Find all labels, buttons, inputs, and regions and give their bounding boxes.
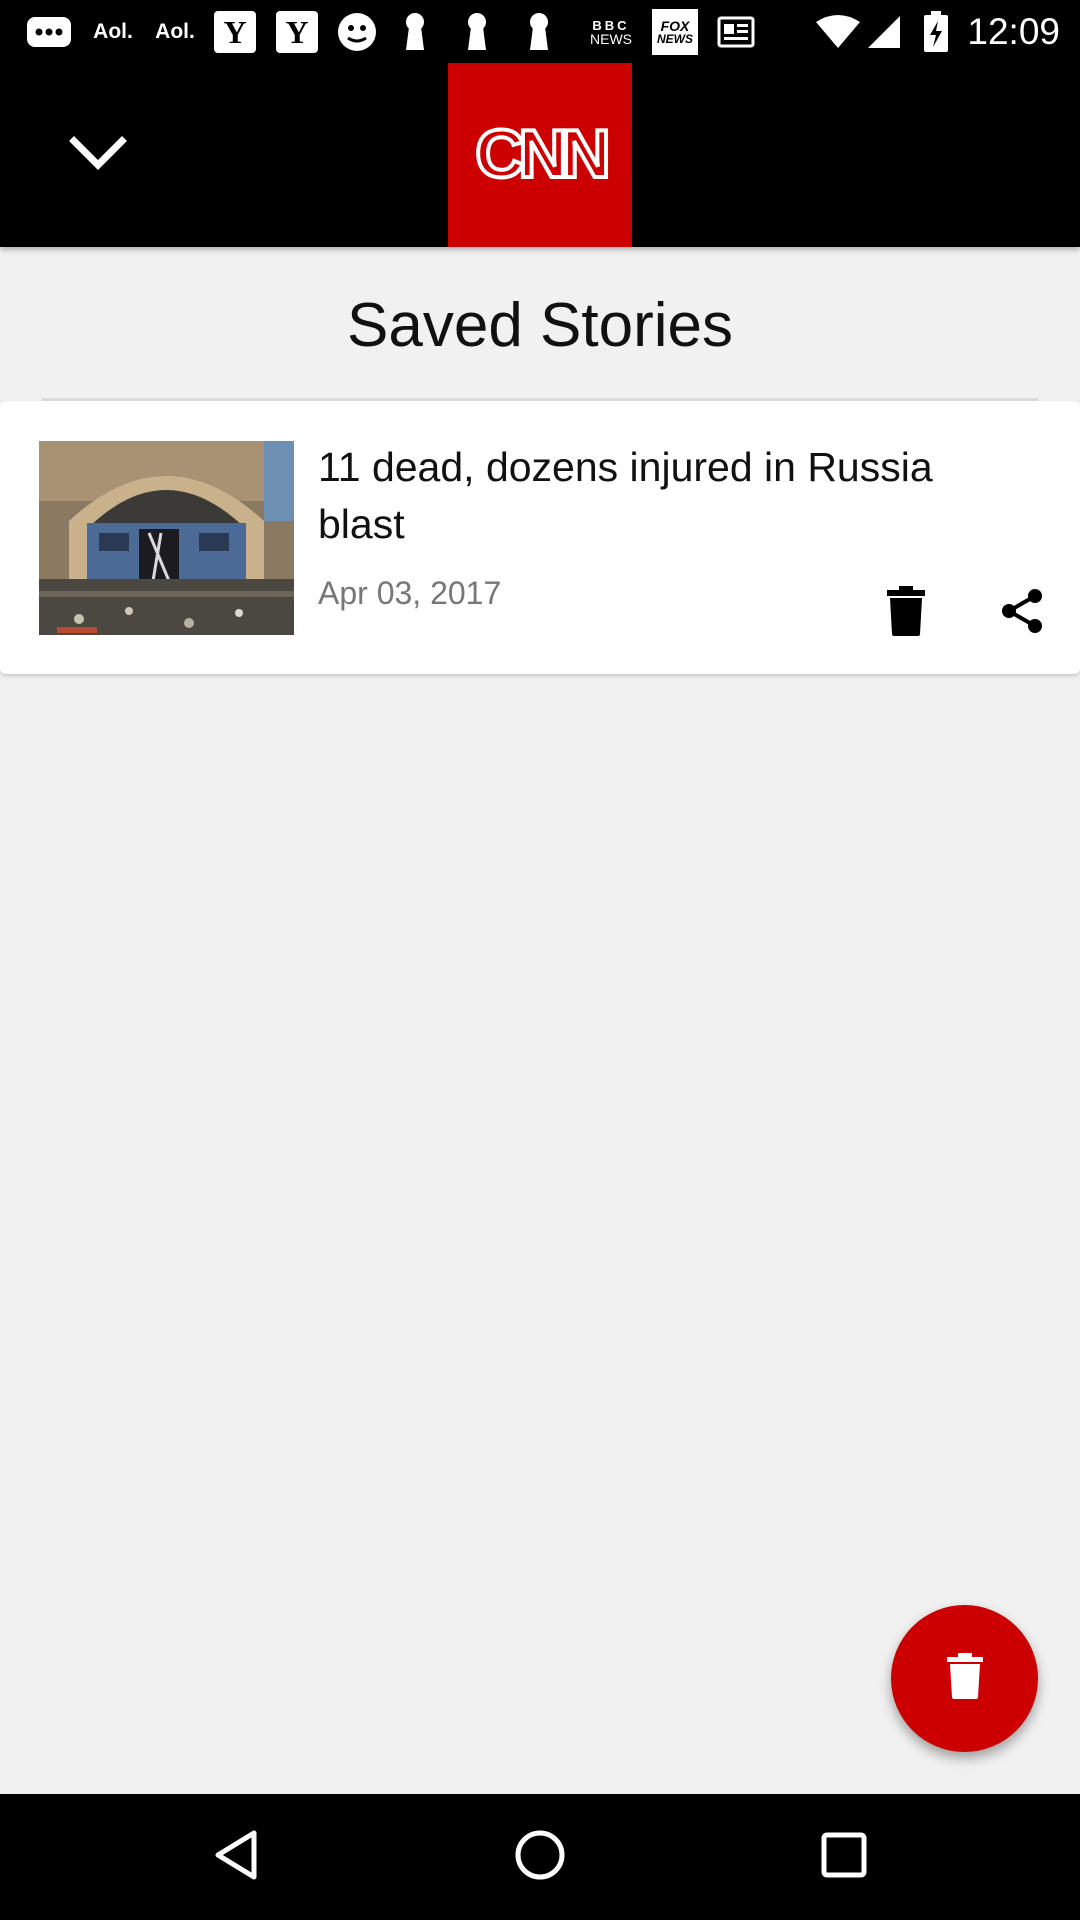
svg-text:CNN: CNN xyxy=(475,116,606,192)
chevron-down-icon xyxy=(69,135,127,176)
wifi-icon xyxy=(815,14,861,50)
system-icons: 12:09 xyxy=(815,8,1060,56)
share-icon xyxy=(1000,588,1044,639)
yahoo-icon: Y xyxy=(276,11,318,53)
page-title: Saved Stories xyxy=(347,291,733,360)
story-headline[interactable]: 11 dead, dozens injured in Russia blast xyxy=(318,439,1018,553)
yahoo-letter: Y xyxy=(223,13,247,50)
newspaper-icon xyxy=(716,15,756,49)
trash-icon xyxy=(946,1653,983,1704)
home-icon xyxy=(514,1829,566,1886)
saved-stories-screen: Aol. Aol. Y Y BBC NEWS FOX NEWS 12:09 CN… xyxy=(0,0,1080,1920)
collapse-button[interactable] xyxy=(58,125,138,185)
clock: 12:09 xyxy=(967,11,1060,52)
trash-icon xyxy=(887,585,925,641)
share-story-button[interactable] xyxy=(982,573,1062,653)
story-date: Apr 03, 2017 xyxy=(318,575,502,611)
delete-all-fab[interactable] xyxy=(891,1605,1038,1752)
cnn-wordmark: CNN xyxy=(473,115,614,194)
signal-icon xyxy=(865,14,903,50)
aol-icon: Aol. xyxy=(93,20,133,43)
yahoo-icon: Y xyxy=(214,11,256,53)
recents-icon xyxy=(820,1831,868,1884)
fox-label: FOX xyxy=(660,18,690,34)
keyhole-icon xyxy=(524,12,554,52)
aol-icon: Aol. xyxy=(155,20,195,43)
home-button[interactable] xyxy=(500,1822,580,1892)
delete-story-button[interactable] xyxy=(866,573,946,653)
status-bar: Aol. Aol. Y Y BBC NEWS FOX NEWS 12:09 xyxy=(0,0,1080,63)
bbc-news-icon: BBC NEWS xyxy=(586,19,636,46)
fox-news-icon: FOX NEWS xyxy=(652,9,698,55)
navigation-bar xyxy=(0,1794,1080,1920)
yahoo-letter: Y xyxy=(285,13,309,50)
battery-charging-icon xyxy=(923,11,949,53)
back-icon xyxy=(212,1829,260,1886)
story-card[interactable]: 11 dead, dozens injured in Russia blast … xyxy=(0,401,1080,674)
fox-news-label: NEWS xyxy=(657,32,693,46)
bbc-label: BBC xyxy=(592,17,630,33)
messages-icon xyxy=(26,15,72,49)
back-button[interactable] xyxy=(196,1822,276,1892)
keyhole-icon xyxy=(462,12,492,52)
ghost-icon xyxy=(336,12,378,52)
notification-icons: Aol. Aol. Y Y BBC NEWS FOX NEWS xyxy=(26,8,756,56)
bbc-news-label: NEWS xyxy=(590,30,632,47)
app-bar: CNN xyxy=(0,63,1080,247)
story-thumbnail[interactable] xyxy=(39,441,294,635)
cnn-logo[interactable]: CNN xyxy=(448,63,632,247)
recents-button[interactable] xyxy=(804,1822,884,1892)
keyhole-icon xyxy=(400,12,430,52)
